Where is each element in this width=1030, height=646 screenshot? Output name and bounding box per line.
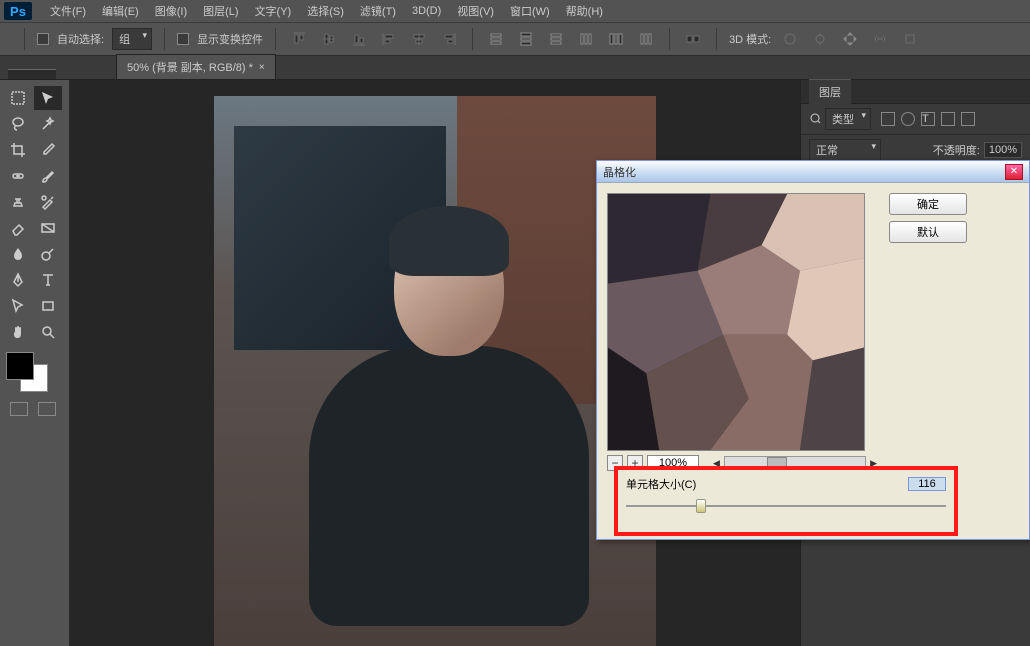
app-logo: Ps (4, 2, 32, 20)
menu-select[interactable]: 选择(S) (299, 0, 352, 22)
filter-text-icon[interactable]: T (921, 112, 935, 126)
clone-stamp-tool[interactable] (4, 190, 32, 214)
blend-mode-dropdown[interactable]: 正常 (809, 139, 881, 161)
auto-select-dropdown[interactable]: 组 (112, 28, 152, 50)
rectangular-marquee-tool[interactable] (4, 86, 32, 110)
menu-view[interactable]: 视图(V) (449, 0, 502, 22)
document-canvas[interactable] (214, 96, 656, 646)
3d-orbit-icon[interactable] (779, 28, 801, 50)
close-tab-icon[interactable]: × (259, 62, 265, 73)
eraser-tool[interactable] (4, 216, 32, 240)
options-bar: 自动选择: 组 显示变换控件 3D 模式: (0, 22, 1030, 56)
cell-size-parameter-group: 单元格大小(C) 116 (614, 466, 958, 536)
menu-filter[interactable]: 滤镜(T) (352, 0, 404, 22)
cell-size-value-input[interactable]: 116 (908, 477, 946, 491)
filter-type-icon (809, 112, 821, 127)
align-vcenter-icon (318, 28, 340, 50)
color-swatches[interactable] (6, 352, 65, 392)
path-selection-tool[interactable] (4, 294, 32, 318)
distribute-top-icon (485, 28, 507, 50)
menu-image[interactable]: 图像(I) (147, 0, 195, 22)
screenmode-toggle-icon[interactable] (38, 402, 56, 416)
mode-3d-label: 3D 模式: (729, 31, 771, 47)
history-brush-tool[interactable] (34, 190, 62, 214)
foreground-color[interactable] (6, 352, 34, 380)
opacity-label: 不透明度: (933, 142, 980, 158)
dialog-close-button[interactable]: ✕ (1005, 164, 1023, 180)
menu-edit[interactable]: 编辑(E) (94, 0, 147, 22)
menu-3d[interactable]: 3D(D) (404, 2, 449, 20)
auto-select-label: 自动选择: (57, 31, 104, 47)
menu-type[interactable]: 文字(Y) (247, 0, 300, 22)
document-tab[interactable]: 50% (背景 副本, RGB/8) * × (116, 54, 276, 79)
document-tab-title: 50% (背景 副本, RGB/8) * (127, 59, 253, 75)
hand-tool[interactable] (4, 320, 32, 344)
dialog-titlebar[interactable]: 晶格化 ✕ (597, 161, 1029, 183)
magic-wand-tool[interactable] (34, 112, 62, 136)
align-left-icon (378, 28, 400, 50)
menu-file[interactable]: 文件(F) (42, 0, 94, 22)
3d-slide-icon[interactable] (869, 28, 891, 50)
menu-help[interactable]: 帮助(H) (558, 0, 611, 22)
distribute-left-icon (575, 28, 597, 50)
3d-scale-icon[interactable] (899, 28, 921, 50)
3d-roll-icon[interactable] (809, 28, 831, 50)
dodge-tool[interactable] (34, 242, 62, 266)
eyedropper-tool[interactable] (34, 138, 62, 162)
move-tool[interactable] (34, 86, 62, 110)
align-right-icon (438, 28, 460, 50)
cell-size-slider-thumb[interactable] (696, 499, 706, 513)
crop-tool[interactable] (4, 138, 32, 162)
filter-image-icon[interactable] (881, 112, 895, 126)
opacity-value-input[interactable]: 100% (984, 142, 1022, 158)
auto-align-icon (682, 28, 704, 50)
filter-shape-icon[interactable] (941, 112, 955, 126)
cell-size-slider[interactable] (626, 498, 946, 514)
filter-smartobject-icon[interactable] (961, 112, 975, 126)
menu-window[interactable]: 窗口(W) (502, 0, 558, 22)
toolbox (0, 80, 70, 646)
show-transform-checkbox[interactable] (177, 33, 189, 45)
quickmask-toggle-icon[interactable] (10, 402, 28, 416)
layers-panel-tab[interactable]: 图层 (809, 79, 851, 104)
filter-adjustment-icon[interactable] (901, 112, 915, 126)
zoom-tool[interactable] (34, 320, 62, 344)
align-hcenter-icon (408, 28, 430, 50)
distribute-hcenter-icon (605, 28, 627, 50)
align-top-icon (288, 28, 310, 50)
spot-healing-tool[interactable] (4, 164, 32, 188)
filter-preview[interactable] (607, 193, 865, 451)
menu-layer[interactable]: 图层(L) (195, 0, 246, 22)
show-transform-label: 显示变换控件 (197, 31, 263, 47)
brush-tool[interactable] (34, 164, 62, 188)
gradient-tool[interactable] (34, 216, 62, 240)
type-tool[interactable] (34, 268, 62, 292)
blur-tool[interactable] (4, 242, 32, 266)
align-bottom-icon (348, 28, 370, 50)
rectangle-tool[interactable] (34, 294, 62, 318)
distribute-bottom-icon (545, 28, 567, 50)
3d-pan-icon[interactable] (839, 28, 861, 50)
lasso-tool[interactable] (4, 112, 32, 136)
dialog-title-text: 晶格化 (603, 164, 636, 180)
cell-size-label: 单元格大小(C) (626, 476, 696, 492)
document-tab-bar: 50% (背景 副本, RGB/8) * × (0, 56, 1030, 80)
ok-button[interactable]: 确定 (889, 193, 967, 215)
menu-bar: Ps 文件(F) 编辑(E) 图像(I) 图层(L) 文字(Y) 选择(S) 滤… (0, 0, 1030, 22)
default-button[interactable]: 默认 (889, 221, 967, 243)
auto-select-checkbox[interactable] (37, 33, 49, 45)
layer-filter-type-dropdown[interactable]: 类型 (825, 108, 871, 130)
tab-handle-icon[interactable] (8, 69, 56, 79)
distribute-right-icon (635, 28, 657, 50)
pen-tool[interactable] (4, 268, 32, 292)
distribute-vcenter-icon (515, 28, 537, 50)
